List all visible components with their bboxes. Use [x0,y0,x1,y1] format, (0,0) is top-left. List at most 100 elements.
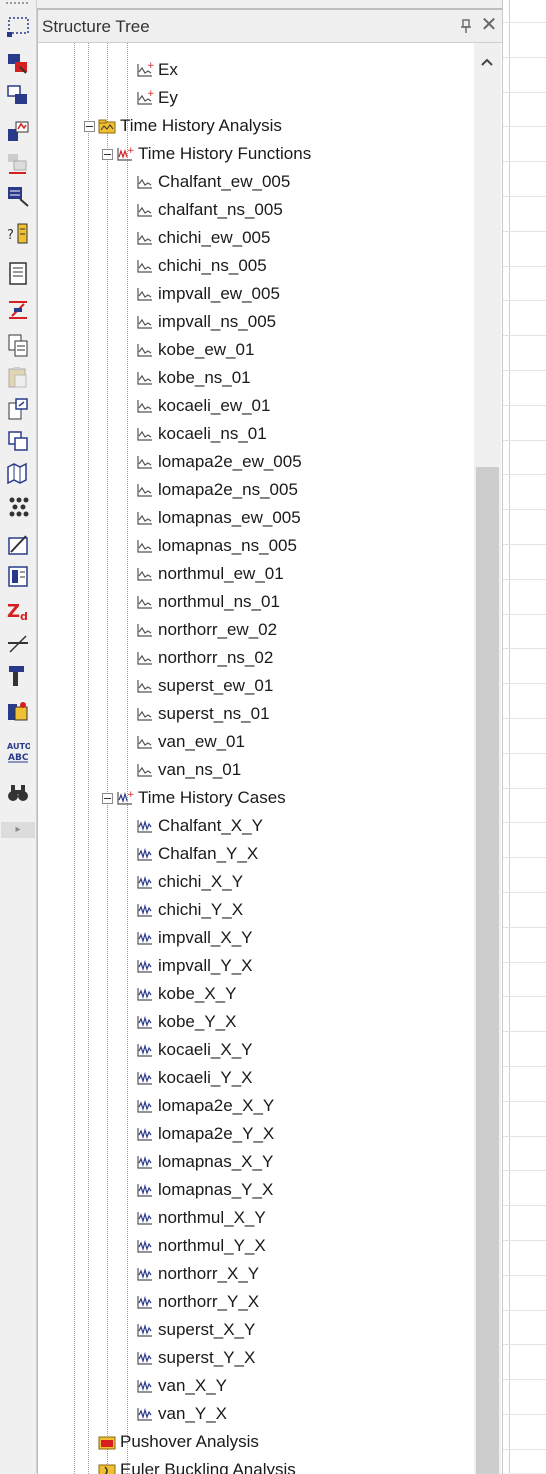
tree-item[interactable]: Time History Analysis [98,112,282,140]
tree-item[interactable]: van_Y_X [136,1400,227,1428]
tree-item[interactable]: kocaeli_Y_X [136,1064,253,1092]
tree-item[interactable]: chichi_ew_005 [136,224,270,252]
tree-item[interactable]: kobe_X_Y [136,980,236,1008]
tree-item-label: van_ew_01 [158,732,245,751]
tree-item[interactable]: kobe_Y_X [136,1008,236,1036]
tree-item-label: lomapa2e_Y_X [158,1124,275,1143]
scrollbar-thumb[interactable] [476,467,499,1474]
tree-item[interactable]: northorr_ns_02 [136,644,273,672]
toolbar-grip[interactable] [6,2,28,7]
close-icon[interactable]: ✕ [480,15,498,35]
tree-item[interactable]: impvall_X_Y [136,924,253,952]
tree-item-label: impvall_ns_005 [158,312,277,331]
tree-item[interactable]: Chalfant_ew_005 [136,168,290,196]
auto-abc-icon[interactable]: AUTO ABC [5,738,31,764]
tree-item[interactable]: kocaeli_ew_01 [136,392,270,420]
grid-row-line [503,266,546,267]
copy-icon[interactable] [5,332,31,358]
tool-icon[interactable] [5,662,31,688]
tree-item[interactable]: northorr_Y_X [136,1288,259,1316]
toolbar-overflow-icon[interactable]: ▸ [1,822,35,838]
color-icon[interactable] [5,698,31,724]
tree-item[interactable]: lomapa2e_X_Y [136,1092,274,1120]
tree-item[interactable]: superst_Y_X [136,1344,255,1372]
scroll-up-arrow-icon[interactable] [479,55,495,69]
tree-item[interactable]: impvall_ew_005 [136,280,280,308]
tree-item[interactable]: lomapnas_ew_005 [136,504,301,532]
tree-item-label: kobe_ns_01 [158,368,251,387]
tree-item[interactable]: kocaeli_ns_01 [136,420,267,448]
pin-icon[interactable] [458,18,474,34]
settings-icon[interactable] [5,183,31,209]
tree-item[interactable]: + Ey [136,84,178,112]
tree-item[interactable]: + Time History Cases [116,784,286,812]
report-icon[interactable] [5,563,31,589]
tree-item[interactable]: superst_X_Y [136,1316,255,1344]
grid-row-line [503,857,546,858]
tree-item[interactable]: + Ex [136,56,178,84]
wave-icon [136,929,154,947]
tree-item[interactable]: chichi_Y_X [136,896,243,924]
chart-icon[interactable] [5,118,31,144]
tree-item[interactable]: Pushover Analysis [98,1428,259,1456]
map-icon[interactable] [5,460,31,486]
tree-item[interactable]: van_X_Y [136,1372,227,1400]
vertical-scrollbar[interactable] [474,43,501,1474]
tree-item[interactable]: lomapnas_X_Y [136,1148,273,1176]
tree-item[interactable]: kocaeli_X_Y [136,1036,253,1064]
graph-icon [136,593,154,611]
load-icon-1[interactable] [5,50,31,76]
tree-item[interactable]: northmul_Y_X [136,1232,266,1260]
tree-item[interactable]: + Time History Functions [116,140,311,168]
tree-item[interactable]: chalfant_ns_005 [136,196,283,224]
graph-red-icon: + [136,61,154,79]
binoculars-icon[interactable] [5,780,31,806]
beam-icon[interactable] [5,296,31,322]
tree-item[interactable]: chichi_X_Y [136,868,243,896]
document-icon[interactable] [5,260,31,286]
tree-item[interactable]: northmul_ew_01 [136,560,284,588]
tree-item[interactable]: lomapa2e_ew_005 [136,448,302,476]
tree-guide-line [74,43,75,1474]
paste-icon[interactable] [5,364,31,390]
tree-item[interactable]: lomapa2e_Y_X [136,1120,274,1148]
tree-item-label: chichi_X_Y [158,872,244,891]
tree-item[interactable]: northmul_X_Y [136,1204,266,1232]
svg-text:?: ? [7,228,14,243]
select-window-icon[interactable] [5,12,31,38]
tree-item[interactable]: superst_ns_01 [136,700,270,728]
tree-item[interactable]: impvall_ns_005 [136,308,276,336]
numbers-icon[interactable]: ? [5,220,31,246]
collapse-toggle-icon[interactable] [84,121,95,132]
line-icon[interactable] [5,630,31,656]
tree-item[interactable]: van_ew_01 [136,728,245,756]
nodes-icon[interactable] [5,493,31,519]
tree-item[interactable]: lomapnas_Y_X [136,1176,273,1204]
duplicate-icon[interactable] [5,428,31,454]
stack-icon[interactable] [5,150,31,176]
tree-item[interactable]: Chalfan_Y_X [136,840,258,868]
tree-item[interactable]: northorr_X_Y [136,1260,259,1288]
tree-item[interactable]: Chalfant_X_Y [136,812,263,840]
graph-icon [136,733,154,751]
tree-item[interactable]: impvall_Y_X [136,952,253,980]
tree-item[interactable]: Euler Buckling Analysis [98,1456,296,1474]
tree-item[interactable]: lomapa2e_ns_005 [136,476,298,504]
tree-item[interactable]: superst_ew_01 [136,672,273,700]
tree-item[interactable]: chichi_ns_005 [136,252,267,280]
tree-item[interactable]: northorr_ew_02 [136,616,277,644]
collapse-toggle-icon[interactable] [102,149,113,160]
tree-item[interactable]: northmul_ns_01 [136,588,280,616]
tree-item[interactable]: kobe_ns_01 [136,364,251,392]
wave-icon [136,1041,154,1059]
collapse-toggle-icon[interactable] [102,793,113,804]
zd-icon[interactable]: Zd [5,597,31,623]
tree-item[interactable]: kobe_ew_01 [136,336,254,364]
graph-icon [136,341,154,359]
load-icon-2[interactable] [5,82,31,108]
tree-item[interactable]: lomapnas_ns_005 [136,532,297,560]
hatch-icon[interactable] [5,531,31,557]
grid-row-line [503,509,546,510]
export-icon[interactable] [5,396,31,422]
tree-item[interactable]: van_ns_01 [136,756,241,784]
